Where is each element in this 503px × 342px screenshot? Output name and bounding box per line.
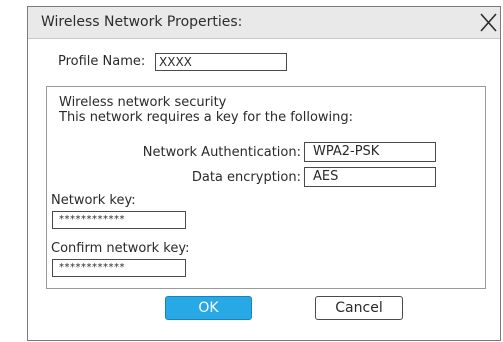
network-authentication-field[interactable]: WPA2-PSK [304,142,436,162]
security-subheading: This network requires a key for the foll… [59,110,354,125]
security-heading: Wireless network security [59,95,227,110]
title-bar: Wireless Network Properties: [28,7,500,39]
close-button[interactable] [477,10,499,34]
data-encryption-label: Data encryption: [191,170,301,185]
network-key-label: Network key: [51,193,136,208]
wireless-properties-dialog: Wireless Network Properties: Profile Nam… [27,6,501,341]
dialog-title: Wireless Network Properties: [41,14,243,30]
network-authentication-label: Network Authentication: [142,145,301,160]
profile-name-input[interactable]: XXXX [155,53,287,71]
cancel-button[interactable]: Cancel [315,296,403,320]
close-x-icon [480,13,497,32]
profile-name-label: Profile Name: [58,54,146,69]
data-encryption-field[interactable]: AES [304,167,436,187]
ok-button[interactable]: OK [165,296,252,320]
confirm-network-key-input[interactable]: ************ [52,259,186,277]
confirm-network-key-label: Confirm network key: [51,241,190,256]
security-group-box: Wireless network security This network r… [46,86,486,289]
network-key-input[interactable]: ************ [52,211,186,229]
